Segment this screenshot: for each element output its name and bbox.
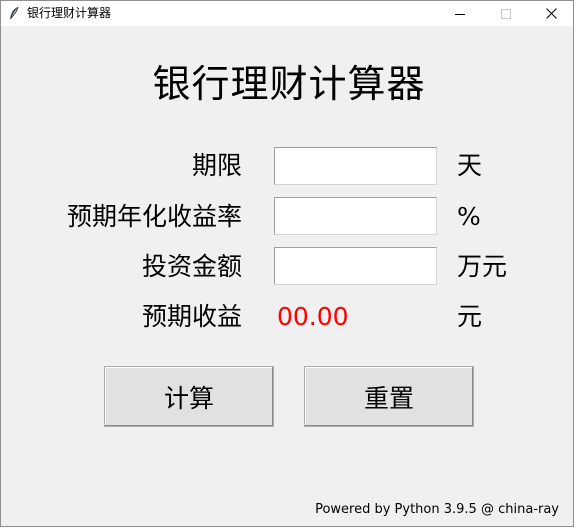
investment-amount-label: 投资金额 [141,252,242,281]
footer-credit: Powered by Python 3.9.5 @ china-ray [315,502,559,517]
maximize-icon [501,4,511,23]
reset-button[interactable]: 重置 [304,366,474,427]
term-label: 期限 [191,151,242,180]
window-title: 银行理财计算器 [27,6,112,20]
calculate-button[interactable]: 计算 [104,366,274,427]
minimize-icon [455,4,465,23]
annual-rate-unit: % [457,202,481,231]
investment-amount-input[interactable] [274,247,437,285]
page-title: 银行理财计算器 [152,62,426,106]
app-window: 银行理财计算器 银行理财计算器 期限 天 预期年化收益率 % 投资金额 万元 预… [0,0,574,527]
expected-return-value: 00.00 [277,302,349,331]
annual-rate-input[interactable] [274,197,437,235]
expected-return-unit: 元 [457,302,483,331]
close-button[interactable] [528,1,574,26]
term-unit: 天 [457,151,483,180]
expected-return-label: 预期收益 [141,302,242,331]
maximize-button[interactable] [483,1,529,26]
feather-icon [8,6,20,21]
close-icon [545,4,557,23]
minimize-button[interactable] [437,1,483,26]
title-bar[interactable]: 银行理财计算器 [1,1,573,26]
investment-amount-unit: 万元 [457,252,508,281]
main-content: 银行理财计算器 期限 天 预期年化收益率 % 投资金额 万元 预期收益 00.0… [1,26,573,526]
term-input[interactable] [274,147,437,185]
annual-rate-label: 预期年化收益率 [66,202,242,231]
